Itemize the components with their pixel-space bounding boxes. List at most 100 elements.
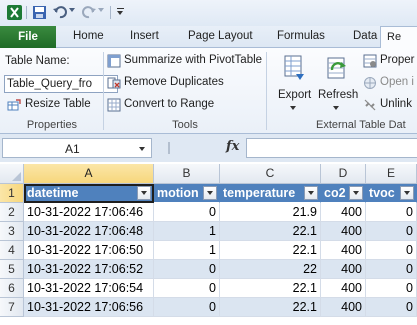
cell-motion[interactable]: 0	[154, 260, 220, 279]
table-header-tvoc[interactable]: tvoc	[366, 184, 417, 203]
cell-tvoc[interactable]: 0	[366, 279, 417, 298]
cell-tvoc[interactable]: 0	[366, 260, 417, 279]
cell-co2[interactable]: 400	[321, 279, 366, 298]
cell-tvoc[interactable]: 0	[366, 222, 417, 241]
cell-temperature[interactable]: 22.1	[220, 222, 321, 241]
table-header-motion[interactable]: motion	[154, 184, 220, 203]
select-all-triangle-icon	[12, 172, 21, 181]
tab-home[interactable]: Home	[73, 30, 104, 42]
cell-temperature[interactable]: 22.1	[220, 279, 321, 298]
splitter-icon[interactable]	[168, 142, 170, 154]
tools-group-label: Tools	[172, 119, 198, 131]
formula-input[interactable]	[246, 138, 417, 158]
cell-datetime[interactable]: 10-31-2022 17:06:56	[24, 298, 154, 317]
formula-bar: A1 fx	[0, 134, 417, 162]
column-header-b[interactable]: B	[154, 164, 220, 184]
column-header-e[interactable]: E	[366, 164, 417, 184]
table-header-label: motion	[157, 186, 199, 200]
refresh-dropdown-icon[interactable]	[333, 106, 339, 110]
cell-co2[interactable]: 400	[321, 222, 366, 241]
table-properties-icon	[363, 54, 377, 68]
tab-page-layout[interactable]: Page Layout	[188, 30, 253, 42]
row-header[interactable]: 4	[0, 241, 24, 260]
table-header-label: co2	[324, 186, 346, 200]
cell-temperature[interactable]: 22.1	[220, 241, 321, 260]
cell-datetime[interactable]: 10-31-2022 17:06:54	[24, 279, 154, 298]
row-header[interactable]: 5	[0, 260, 24, 279]
table-name-input[interactable]: Table_Query_fro	[4, 75, 118, 93]
undo-dropdown-icon[interactable]	[69, 8, 75, 12]
ribbon: Table Name: Table_Query_fro Resize Table…	[0, 48, 417, 134]
refresh-icon	[327, 57, 346, 79]
refresh-button[interactable]: Refresh	[318, 89, 358, 101]
name-box-dropdown-icon[interactable]	[139, 147, 145, 151]
open-in-browser-button[interactable]: Open i	[380, 76, 414, 88]
cell-datetime[interactable]: 10-31-2022 17:06:52	[24, 260, 154, 279]
filter-dropdown-icon[interactable]	[137, 186, 151, 200]
column-header-d[interactable]: D	[321, 164, 366, 184]
redo-dropdown-icon[interactable]	[98, 8, 104, 12]
resize-table-icon	[7, 99, 21, 111]
unlink-button[interactable]: Unlink	[380, 98, 412, 110]
table-header-temperature[interactable]: temperature	[220, 184, 321, 203]
tab-data[interactable]: Data	[353, 30, 377, 42]
ribbon-tabs: File Home Insert Page Layout Formulas Da…	[0, 26, 417, 49]
cell-motion[interactable]: 0	[154, 298, 220, 317]
export-button[interactable]: Export	[278, 89, 311, 101]
table-properties-button[interactable]: Proper	[380, 54, 415, 66]
filter-dropdown-icon[interactable]	[203, 186, 217, 200]
table-header-datetime[interactable]: datetime	[24, 184, 154, 203]
cell-datetime[interactable]: 10-31-2022 17:06:50	[24, 241, 154, 260]
cell-datetime[interactable]: 10-31-2022 17:06:48	[24, 222, 154, 241]
excel-icon[interactable]	[6, 4, 23, 21]
cell-tvoc[interactable]: 0	[366, 241, 417, 260]
cell-tvoc[interactable]: 0	[366, 203, 417, 222]
convert-to-range-button[interactable]: Convert to Range	[124, 98, 214, 110]
tab-review[interactable]: Re	[380, 26, 417, 49]
column-header-a[interactable]: A	[24, 164, 154, 184]
cell-co2[interactable]: 400	[321, 241, 366, 260]
undo-icon[interactable]	[52, 4, 69, 21]
filter-dropdown-icon[interactable]	[349, 186, 363, 200]
row-header[interactable]: 7	[0, 298, 24, 317]
row-header[interactable]: 1	[0, 184, 24, 203]
save-icon[interactable]	[31, 4, 48, 21]
name-box[interactable]: A1	[2, 138, 152, 158]
cell-motion[interactable]: 0	[154, 203, 220, 222]
table-name-label: Table Name:	[5, 55, 70, 67]
tab-insert[interactable]: Insert	[130, 30, 159, 42]
cell-co2[interactable]: 400	[321, 298, 366, 317]
table-header-label: temperature	[223, 186, 296, 200]
cell-co2[interactable]: 400	[321, 260, 366, 279]
cell-temperature[interactable]: 21.9	[220, 203, 321, 222]
filter-dropdown-icon[interactable]	[304, 186, 318, 200]
table-header-co2[interactable]: co2	[321, 184, 366, 203]
filter-dropdown-icon[interactable]	[400, 186, 414, 200]
row-header[interactable]: 6	[0, 279, 24, 298]
customize-qat-arrow-icon	[117, 11, 123, 15]
cell-motion[interactable]: 1	[154, 241, 220, 260]
export-dropdown-icon[interactable]	[290, 106, 296, 110]
row-header[interactable]: 2	[0, 203, 24, 222]
remove-duplicates-icon	[107, 77, 121, 89]
insert-function-icon[interactable]: fx	[226, 139, 239, 154]
cell-motion[interactable]: 1	[154, 222, 220, 241]
cell-temperature[interactable]: 22	[220, 260, 321, 279]
cell-tvoc[interactable]: 0	[366, 298, 417, 317]
redo-icon[interactable]	[80, 4, 97, 21]
row-header[interactable]: 3	[0, 222, 24, 241]
tab-file[interactable]: File	[0, 26, 56, 48]
cell-temperature[interactable]: 22.1	[220, 298, 321, 317]
tab-formulas[interactable]: Formulas	[277, 30, 325, 42]
cell-co2[interactable]: 400	[321, 203, 366, 222]
column-header-c[interactable]: C	[220, 164, 321, 184]
resize-table-button[interactable]: Resize Table	[25, 98, 91, 110]
select-all-corner[interactable]	[0, 164, 24, 184]
pivottable-icon	[107, 54, 121, 68]
customize-qat-icon[interactable]	[117, 8, 124, 9]
remove-duplicates-button[interactable]: Remove Duplicates	[124, 76, 224, 88]
open-in-browser-icon	[364, 77, 376, 89]
cell-motion[interactable]: 0	[154, 279, 220, 298]
cell-datetime[interactable]: 10-31-2022 17:06:46	[24, 203, 154, 222]
summarize-pivottable-button[interactable]: Summarize with PivotTable	[124, 54, 262, 66]
